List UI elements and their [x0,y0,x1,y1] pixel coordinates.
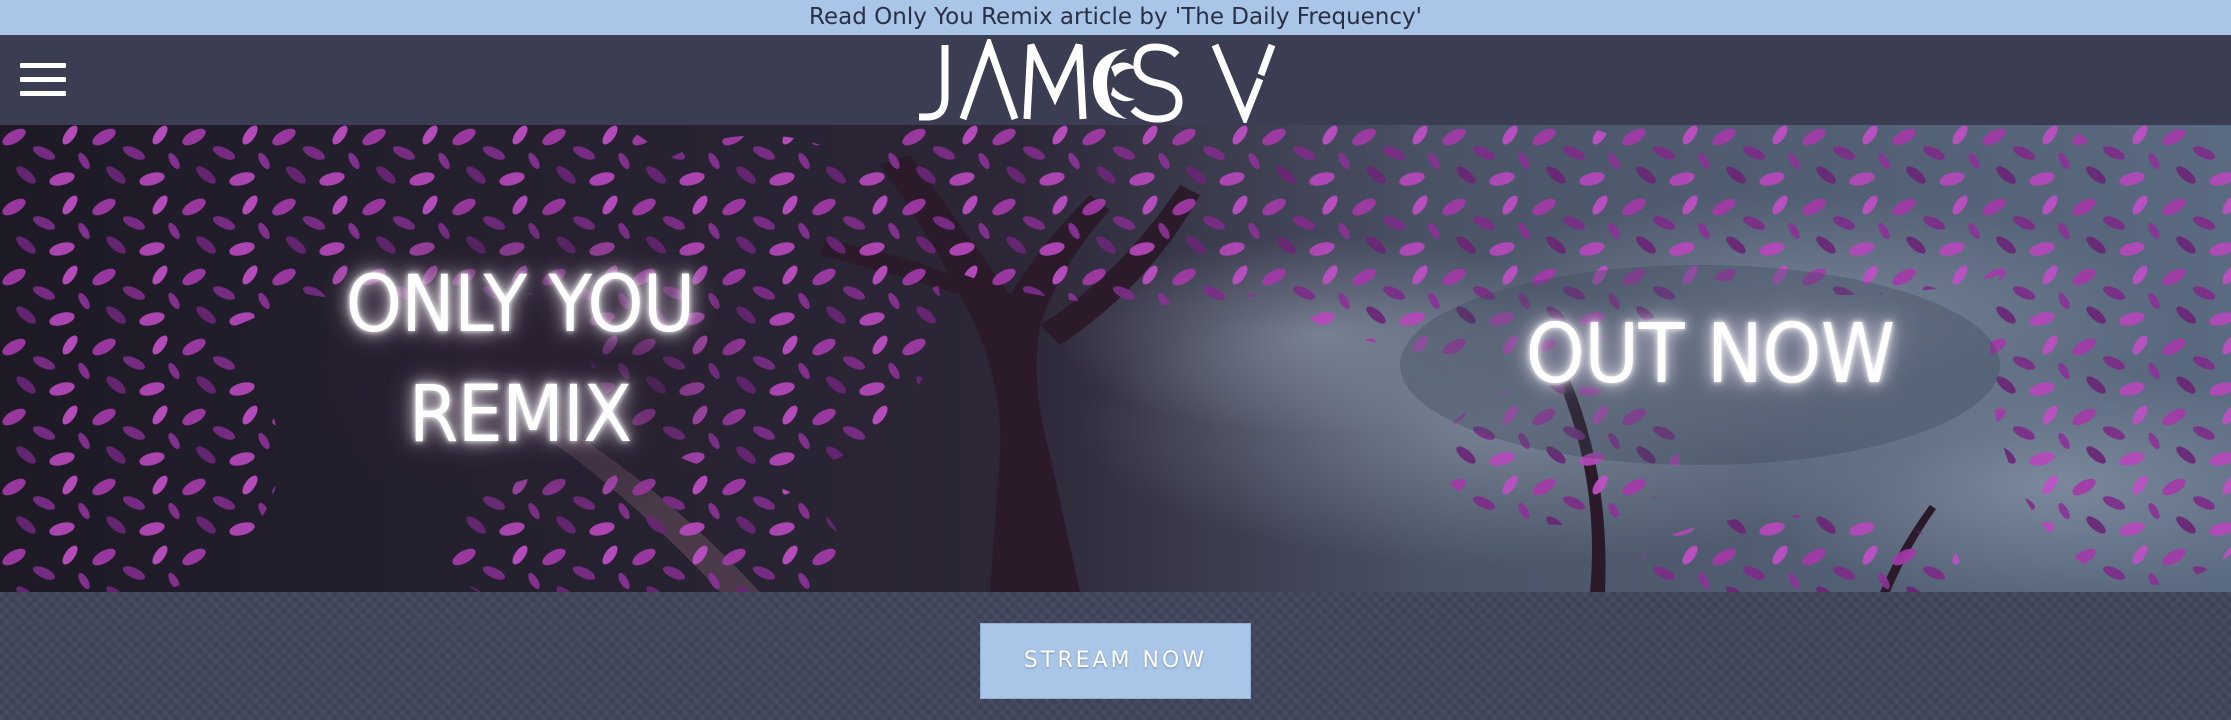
announcement-link[interactable]: Read Only You Remix article by 'The Dail… [0,0,2231,35]
stream-now-button[interactable]: STREAM NOW [980,623,1251,699]
hero-title-line-2: REMIX [408,370,633,460]
hamburger-menu-icon[interactable] [20,59,68,101]
hero-title-line-1: ONLY YOU [345,260,696,350]
crescent-emblem-icon [1093,49,1137,119]
hero-banner: ONLY YOU REMIX OUT NOW [0,125,2231,592]
hero-out-now: OUT NOW [1525,307,1896,402]
site-logo[interactable] [915,39,1315,123]
site-header [0,35,2231,125]
